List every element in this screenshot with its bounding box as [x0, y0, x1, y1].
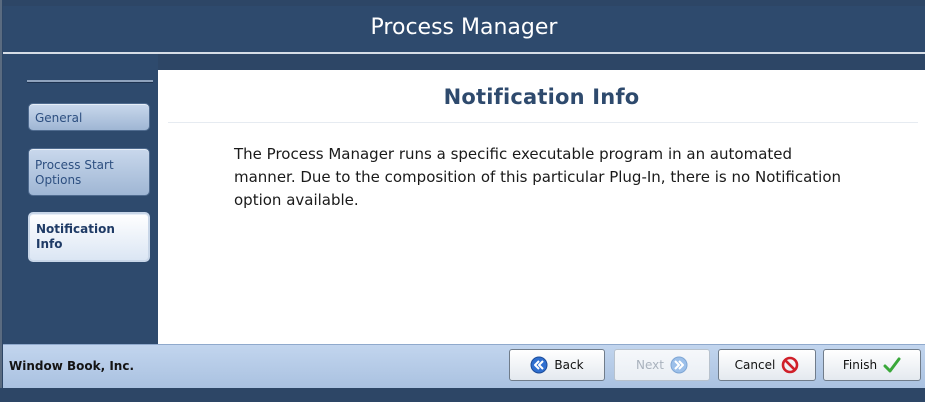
cancel-icon — [782, 356, 799, 374]
title-divider — [168, 122, 918, 123]
sidebar-item-process-start-options[interactable]: Process Start Options — [28, 148, 150, 196]
wizard-footer: Window Book, Inc. Back Next Cancel Finis… — [3, 344, 925, 389]
sidebar-item-label-line2: Options — [35, 173, 82, 187]
cancel-button-label: Cancel — [734, 358, 776, 372]
back-arrow-icon — [530, 356, 548, 374]
checkmark-icon — [883, 357, 901, 373]
finish-button-label: Finish — [842, 358, 878, 372]
sidebar-item-label-line1: Notification — [36, 222, 115, 236]
window-bottom-edge — [0, 388, 925, 402]
sidebar-separator — [27, 80, 153, 83]
sidebar-item-label-line2: Info — [36, 237, 63, 251]
company-label: Window Book, Inc. — [9, 359, 135, 373]
sidebar-item-notification-info[interactable]: Notification Info — [28, 212, 150, 262]
wizard-sidebar: General Process Start Options Notificati… — [3, 54, 158, 344]
window-frame: Process Manager General Process Start Op… — [0, 0, 925, 402]
cancel-button[interactable]: Cancel — [718, 349, 816, 381]
finish-button[interactable]: Finish — [823, 349, 921, 381]
next-arrow-icon — [670, 356, 688, 374]
back-button-label: Back — [554, 358, 584, 372]
sidebar-item-label: General — [35, 111, 83, 125]
sidebar-item-label-line1: Process Start — [35, 158, 114, 172]
next-button[interactable]: Next — [614, 349, 710, 381]
sidebar-item-general[interactable]: General — [28, 103, 150, 131]
next-button-label: Next — [636, 358, 664, 372]
content-panel: Notification Info The Process Manager ru… — [158, 70, 925, 344]
description-text: The Process Manager runs a specific exec… — [234, 145, 842, 209]
window-title: Process Manager — [370, 15, 558, 40]
title-bar: Process Manager — [3, 6, 925, 54]
back-button[interactable]: Back — [509, 349, 605, 381]
window-left-edge — [0, 0, 2, 402]
page-title: Notification Info — [443, 85, 640, 109]
